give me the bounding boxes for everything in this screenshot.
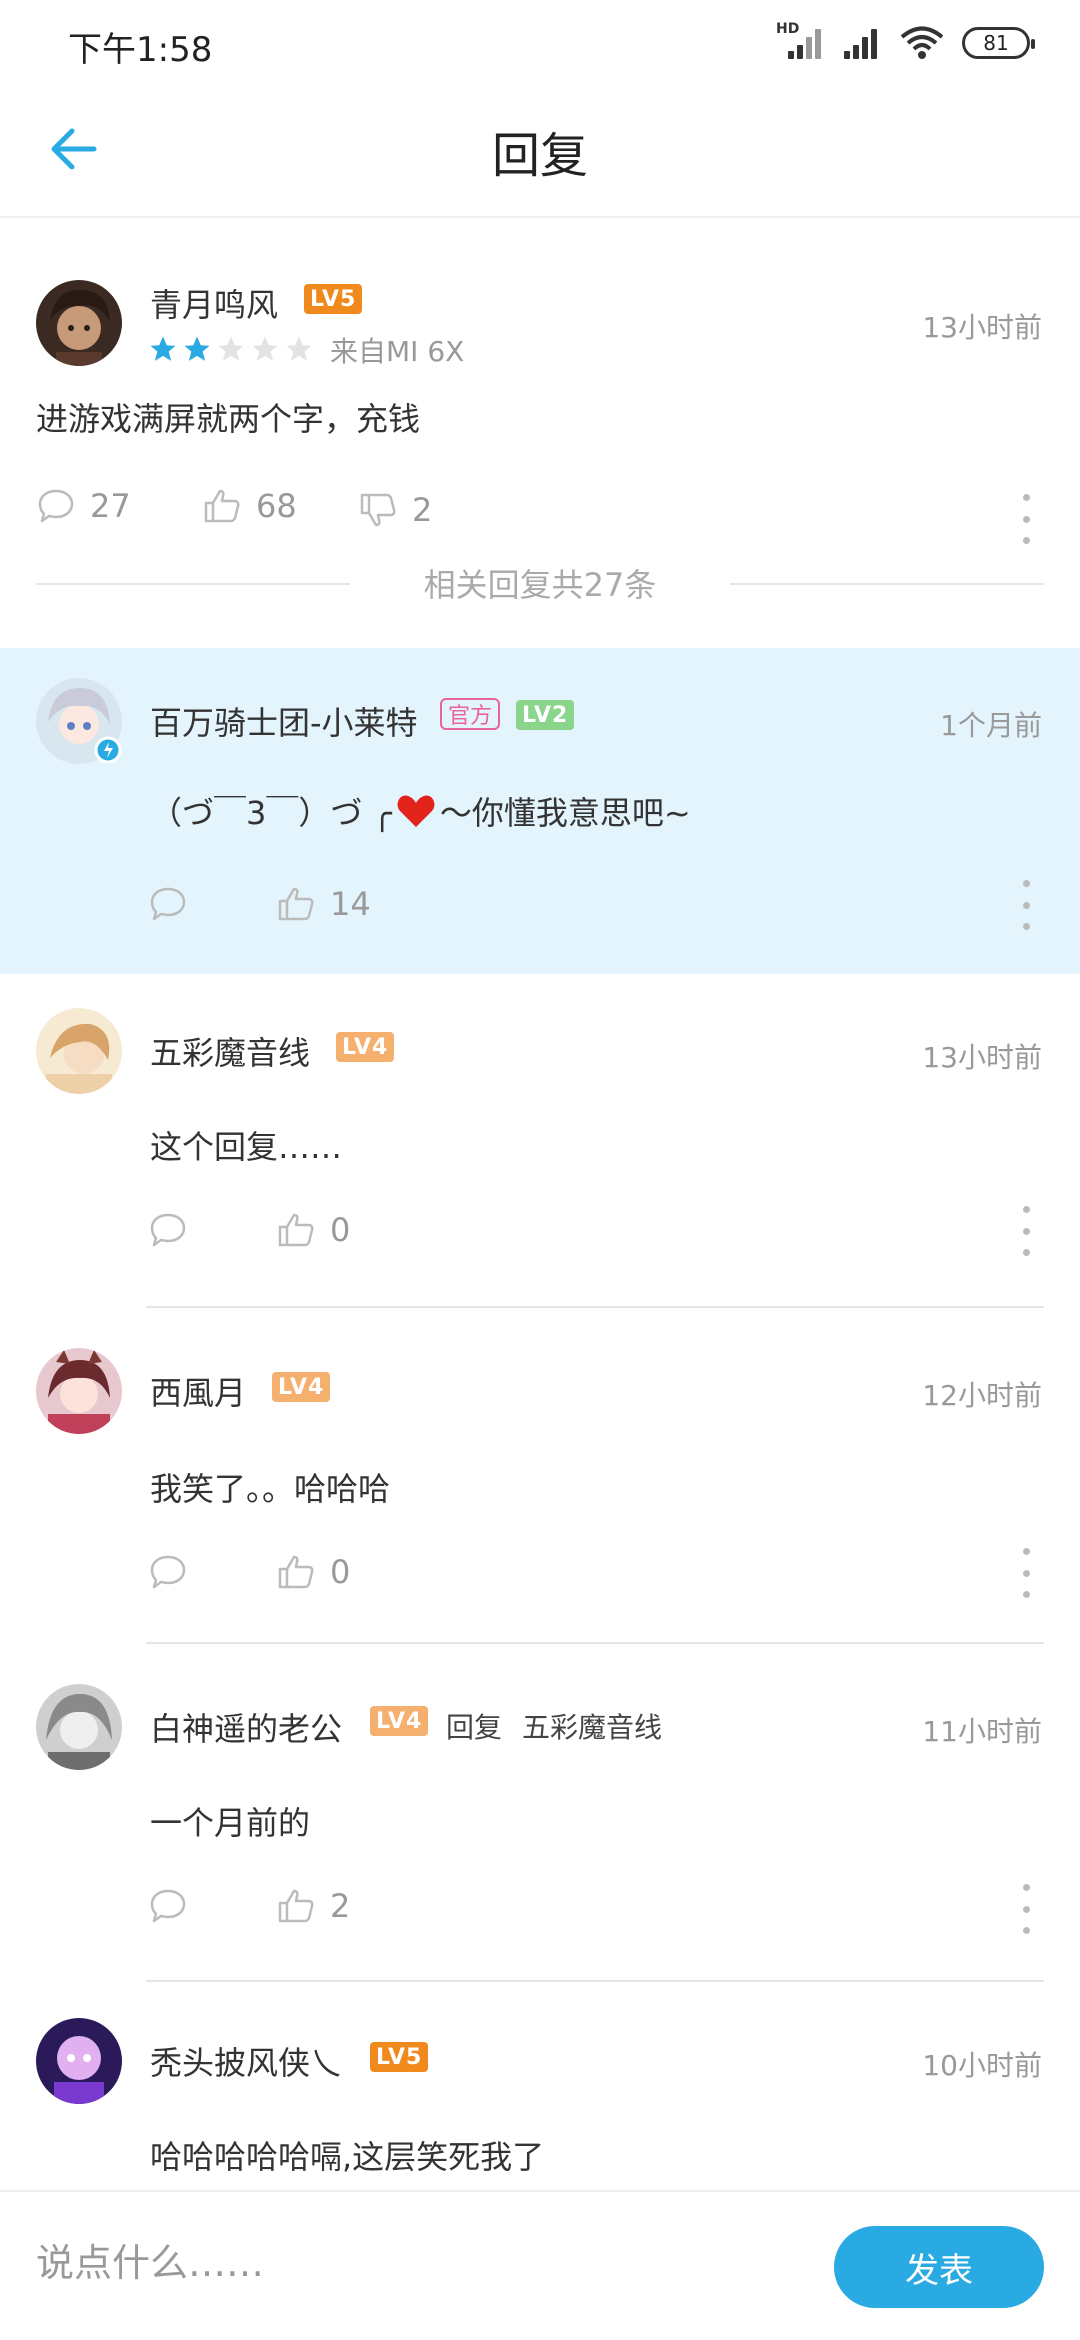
like-count: 68 (256, 487, 297, 525)
post-time: 13小时前 (922, 1041, 1042, 1074)
star-empty-icon (252, 336, 278, 361)
more-options-icon[interactable] (1016, 1206, 1036, 1256)
status-time: 下午1:58 (68, 30, 213, 70)
comment-button[interactable]: 27 (36, 486, 131, 526)
status-icons: HD 81 (776, 21, 1035, 60)
reply-item: 西風月 LV4 12小时前 我笑了。。哈哈哈 0 (0, 1308, 1080, 1644)
level-badge: LV5 (304, 284, 363, 314)
comment-icon (38, 489, 74, 523)
level-badge: LV4 (336, 1032, 395, 1062)
reply-item: 百万骑士团-小莱特 官方 LV2 1个月前 （づ￣3￣）づ ╭ ～你懂我意思吧~… (0, 648, 1080, 974)
avatar[interactable] (36, 1008, 122, 1094)
comment-icon (150, 1555, 186, 1589)
page-title: 回复 (491, 128, 588, 184)
reply-item: 白神遥的老公 LV4 回复 五彩魔音线 11小时前 一个月前的 2 (0, 1644, 1080, 1982)
avatar[interactable] (36, 1348, 122, 1434)
status-bar: 下午1:58 HD 81 (0, 0, 1080, 84)
more-options-icon[interactable] (1016, 880, 1036, 930)
official-badge: 官方 (440, 698, 501, 730)
wifi-icon (900, 26, 944, 59)
level-badge: LV4 (272, 1372, 331, 1402)
reply-target-username[interactable]: 五彩魔音线 (522, 1706, 662, 1746)
thumbs-up-icon (204, 489, 240, 523)
username[interactable]: 五彩魔音线 (150, 1028, 310, 1074)
more-options-icon[interactable] (1016, 1884, 1036, 1934)
like-button[interactable]: 68 (202, 486, 297, 526)
like-button[interactable]: 0 (276, 1210, 350, 1250)
comment-count: 27 (90, 487, 131, 525)
like-button[interactable]: 0 (276, 1552, 350, 1592)
like-count: 0 (330, 1211, 351, 1249)
avatar[interactable] (36, 280, 122, 366)
star-empty-icon (218, 336, 244, 361)
post-time: 10小时前 (922, 2049, 1042, 2082)
comment-text: 一个月前的 (150, 1804, 311, 1842)
level-badge: LV4 (370, 1706, 429, 1736)
comment-text: （づ￣3￣）づ ╭ ～你懂我意思吧~ (150, 788, 691, 834)
like-count: 0 (330, 1553, 351, 1591)
comment-icon (150, 1213, 186, 1247)
comment-icon (150, 887, 186, 921)
thumbs-up-icon (278, 887, 314, 921)
reply-label: 回复 (446, 1711, 503, 1744)
comment-text-tail: ～你懂我意思吧~ (439, 794, 691, 832)
thumbs-down-icon (360, 493, 396, 527)
send-button[interactable]: 发表 (834, 2226, 1044, 2308)
username[interactable]: 西風月 (150, 1368, 246, 1414)
comment-input-bar: 说点什么…… 发表 (0, 2190, 1080, 2340)
post-time: 13小时前 (922, 311, 1042, 344)
like-button[interactable]: 14 (276, 884, 371, 924)
like-count: 2 (330, 1887, 351, 1925)
reply-item: 秃头披风侠乀 LV5 10小时前 哈哈哈哈哈嗝,这层笑死我了 (0, 1982, 1080, 2190)
post-time: 1个月前 (940, 709, 1042, 742)
comment-icon (150, 1889, 186, 1923)
comment-text: 我笑了。。哈哈哈 (150, 1470, 391, 1508)
username[interactable]: 白神遥的老公 (150, 1704, 342, 1750)
comment-text: 这个回复…… (150, 1128, 343, 1166)
signal-icon (840, 27, 882, 59)
thumbs-up-icon (278, 1889, 314, 1923)
like-button[interactable]: 2 (276, 1886, 350, 1926)
username[interactable]: 百万骑士团-小莱特 (150, 698, 418, 744)
avatar[interactable] (36, 678, 122, 764)
battery-icon: 81 (962, 27, 1035, 59)
related-replies-divider: 相关回复共27条 (36, 560, 1044, 606)
comment-text-emoticon: （づ￣3￣）づ ╭ (150, 794, 392, 832)
rating-stars (148, 334, 314, 364)
reply-item: 五彩魔音线 LV4 13小时前 这个回复…… 0 (0, 974, 1080, 1308)
app-header: 回复 (0, 84, 1080, 218)
more-options-icon[interactable] (1016, 494, 1036, 544)
avatar[interactable] (36, 1684, 122, 1770)
hd-signal-icon: HD (776, 21, 822, 59)
post-time: 11小时前 (922, 1715, 1042, 1748)
thumbs-up-icon (278, 1555, 314, 1589)
dislike-button[interactable]: 2 (358, 490, 432, 530)
device-label: 来自MI 6X (330, 335, 465, 368)
level-badge: LV2 (516, 700, 575, 730)
heart-icon (397, 795, 435, 827)
comment-text: 进游戏满屏就两个字，充钱 (36, 400, 421, 438)
thumbs-up-icon (278, 1213, 314, 1247)
more-options-icon[interactable] (1016, 1548, 1036, 1598)
star-filled-icon (184, 336, 210, 361)
avatar[interactable] (36, 2018, 122, 2104)
comment-button[interactable] (148, 1886, 188, 1926)
level-badge: LV5 (370, 2042, 429, 2072)
like-count: 14 (330, 885, 371, 923)
post-time: 12小时前 (922, 1379, 1042, 1412)
star-filled-icon (150, 336, 176, 361)
comment-text: 哈哈哈哈哈嗝,这层笑死我了 (150, 2138, 545, 2176)
comment-button[interactable] (148, 1210, 188, 1250)
username[interactable]: 青月鸣风 (150, 280, 278, 326)
comment-button[interactable] (148, 1552, 188, 1592)
comment-button[interactable] (148, 884, 188, 924)
username[interactable]: 秃头披风侠乀 (150, 2038, 342, 2084)
comment-input[interactable]: 说点什么…… (36, 2232, 264, 2287)
star-empty-icon (286, 336, 312, 361)
dislike-count: 2 (412, 491, 433, 529)
